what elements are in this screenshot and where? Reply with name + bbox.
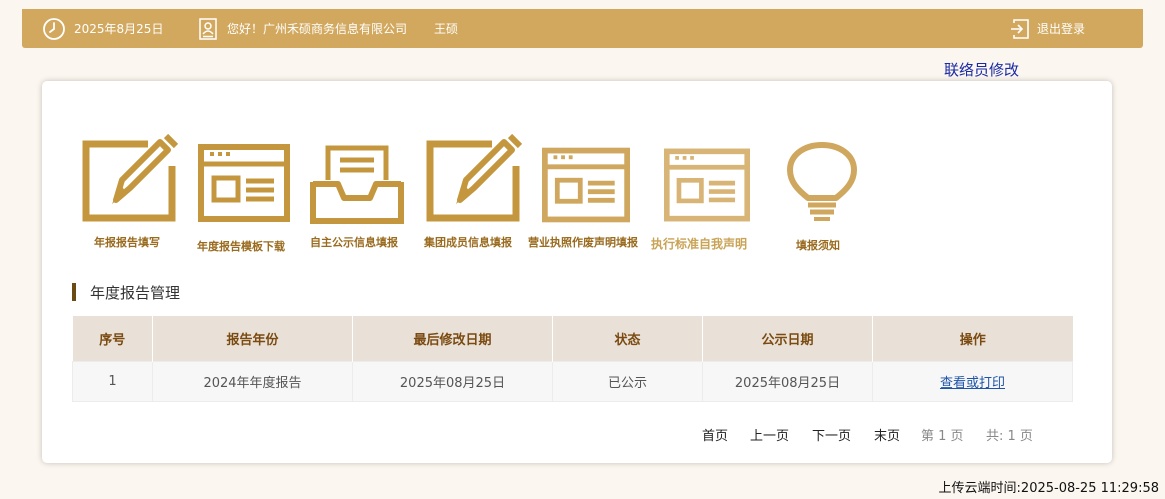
- logout-button[interactable]: 退出登录: [1010, 9, 1085, 48]
- publish-date: 2025年08月25日: [702, 361, 873, 402]
- next-page-button[interactable]: 下一页: [812, 425, 851, 444]
- liaison-edit-link[interactable]: 联络员修改: [944, 59, 1019, 80]
- tile-label: 自主公示信息填报: [310, 236, 398, 249]
- column-header: 最后修改日期: [352, 316, 553, 362]
- user-id-badge-icon: [199, 17, 217, 40]
- top-header-bar: 2025年8月25日 您好！广州禾硕商务信息有限公司 王硕 退出登录: [22, 9, 1143, 48]
- tile-standard-self-declaration[interactable]: 执行标准自我声明: [650, 134, 766, 254]
- last-modified-date: 2025年08月25日: [352, 361, 553, 402]
- pencil-edit-icon: [426, 134, 522, 222]
- tile-label: 营业执照作废声明填报: [528, 236, 638, 249]
- clock-icon: [43, 17, 65, 40]
- greeting-text: 您好！广州禾硕商务信息有限公司: [227, 22, 408, 36]
- date-display: 2025年8月25日: [42, 9, 163, 48]
- upload-timestamp: 上传云端时间:2025-08-25 11:29:58: [938, 481, 1159, 496]
- tile-filing-notice[interactable]: 填报须知: [780, 134, 864, 254]
- document-panel-icon: [664, 148, 750, 222]
- greeting-area: 您好！广州禾硕商务信息有限公司: [198, 9, 407, 48]
- section-title: 年度报告管理: [72, 283, 181, 302]
- lightbulb-icon: [787, 142, 857, 221]
- view-or-print-link[interactable]: 查看或打印: [940, 376, 1005, 391]
- tile-annual-report-fill[interactable]: 年报报告填写: [80, 134, 180, 254]
- current-page-indicator: 第 1 页: [921, 429, 964, 444]
- tile-label: 执行标准自我声明: [651, 237, 748, 251]
- table-row: 1 2024年年度报告 2025年08月25日 已公示 2025年08月25日 …: [72, 361, 1073, 402]
- document-panel-icon: [542, 147, 630, 223]
- report-year: 2024年年度报告: [152, 361, 353, 402]
- tile-label: 年报报告填写: [94, 236, 160, 249]
- action-cell: 查看或打印: [872, 361, 1073, 402]
- tile-group-member-info[interactable]: 集团成员信息填报: [420, 134, 524, 254]
- inbox-tray-icon: [310, 145, 404, 224]
- current-date: 2025年8月25日: [74, 22, 164, 36]
- row-index: 1: [72, 361, 153, 402]
- tile-label: 填报须知: [796, 239, 840, 252]
- section-title-bar: [72, 283, 76, 301]
- column-header: 报告年份: [152, 316, 353, 362]
- section-title-text: 年度报告管理: [90, 283, 181, 302]
- column-header: 状态: [552, 316, 703, 362]
- prev-page-button[interactable]: 上一页: [750, 425, 789, 444]
- column-header: 公示日期: [702, 316, 873, 362]
- tile-license-void-declaration[interactable]: 营业执照作废声明填报: [526, 134, 652, 254]
- first-page-button[interactable]: 首页: [702, 425, 728, 444]
- logout-icon: [1011, 18, 1029, 39]
- table-header-row: 序号 报告年份 最后修改日期 状态 公示日期 操作: [72, 316, 1073, 362]
- pencil-edit-icon: [82, 134, 178, 222]
- tile-template-download[interactable]: 年度报告模板下载: [194, 134, 304, 254]
- column-header: 序号: [72, 316, 153, 362]
- tile-label: 集团成员信息填报: [424, 236, 512, 249]
- logout-label: 退出登录: [1037, 22, 1086, 36]
- total-pages-indicator: 共: 1 页: [986, 429, 1033, 444]
- status-text: 已公示: [552, 361, 703, 402]
- column-header: 操作: [872, 316, 1073, 362]
- user-name-area: 王硕: [434, 9, 458, 48]
- user-name: 王硕: [434, 22, 459, 36]
- last-page-button[interactable]: 末页: [874, 425, 900, 444]
- annual-report-table: 序号 报告年份 最后修改日期 状态 公示日期 操作 1 2024年年度报告 20…: [72, 316, 1073, 402]
- tile-self-disclosure[interactable]: 自主公示信息填报: [306, 134, 410, 254]
- tile-label: 年度报告模板下载: [197, 240, 285, 253]
- document-panel-icon: [198, 144, 290, 222]
